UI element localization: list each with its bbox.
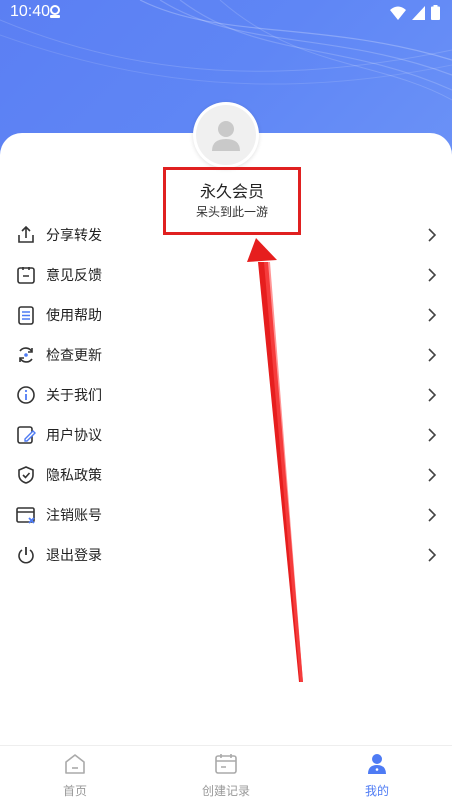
menu-item-label: 注销账号 bbox=[46, 508, 102, 524]
menu-item-privacy-policy[interactable]: 隐私政策 bbox=[0, 455, 452, 495]
refresh-icon bbox=[19, 347, 33, 363]
menu-item-label: 意见反馈 bbox=[46, 268, 102, 284]
user-icon bbox=[368, 754, 386, 774]
home-icon bbox=[65, 754, 85, 774]
info-icon bbox=[17, 386, 35, 404]
menu-item-user-agreement[interactable]: 用户协议 bbox=[0, 415, 452, 455]
chevron-right-icon bbox=[428, 548, 437, 562]
menu-item-label: 用户协议 bbox=[46, 428, 102, 444]
settings-menu: 分享转发 意见反馈 使用帮助 检查更新 关于我们 用户协议 隐私政策 注销账号 … bbox=[0, 215, 452, 575]
chevron-right-icon bbox=[428, 348, 437, 362]
agreement-edit-icon bbox=[17, 426, 36, 444]
calendar-icon bbox=[215, 754, 237, 774]
chevron-right-icon bbox=[428, 308, 437, 322]
tab-home[interactable]: 首页 bbox=[0, 746, 150, 804]
bottom-tab-bar: 首页 创建记录 我的 bbox=[0, 745, 452, 804]
menu-item-label: 退出登录 bbox=[46, 548, 102, 564]
menu-item-label: 关于我们 bbox=[46, 388, 102, 404]
menu-item-delete-account[interactable]: 注销账号 bbox=[0, 495, 452, 535]
tab-create-record[interactable]: 创建记录 bbox=[151, 746, 301, 804]
account-close-icon bbox=[16, 507, 35, 524]
signal-icon bbox=[412, 5, 425, 20]
power-icon bbox=[18, 547, 34, 564]
tab-mine[interactable]: 我的 bbox=[302, 746, 452, 804]
battery-icon bbox=[431, 5, 440, 20]
tab-label: 我的 bbox=[364, 784, 389, 798]
help-document-icon bbox=[18, 306, 34, 325]
membership-title: 永久会员 bbox=[199, 182, 264, 201]
menu-item-label: 使用帮助 bbox=[46, 308, 102, 324]
menu-item-label: 分享转发 bbox=[46, 228, 102, 244]
menu-item-help[interactable]: 使用帮助 bbox=[0, 295, 452, 335]
chevron-right-icon bbox=[428, 268, 437, 282]
shield-check-icon bbox=[18, 466, 34, 484]
chevron-right-icon bbox=[428, 428, 437, 442]
feedback-icon bbox=[17, 267, 35, 284]
wifi-icon bbox=[390, 6, 406, 20]
user-avatar-icon bbox=[212, 121, 240, 151]
chevron-right-icon bbox=[428, 468, 437, 482]
chevron-right-icon bbox=[428, 508, 437, 522]
tab-label: 首页 bbox=[62, 784, 87, 798]
chevron-right-icon bbox=[428, 228, 437, 242]
menu-item-about[interactable]: 关于我们 bbox=[0, 375, 452, 415]
notification-app-icon bbox=[50, 5, 60, 18]
status-time: 10:40 bbox=[10, 3, 51, 20]
menu-item-label: 隐私政策 bbox=[46, 468, 102, 484]
menu-item-share[interactable]: 分享转发 bbox=[0, 215, 452, 255]
avatar[interactable] bbox=[193, 102, 259, 168]
share-upload-icon bbox=[18, 225, 34, 243]
chevron-right-icon bbox=[428, 388, 437, 402]
menu-item-logout[interactable]: 退出登录 bbox=[0, 535, 452, 575]
status-bar: 10:40 bbox=[0, 0, 452, 26]
menu-item-feedback[interactable]: 意见反馈 bbox=[0, 255, 452, 295]
menu-item-check-update[interactable]: 检查更新 bbox=[0, 335, 452, 375]
menu-item-label: 检查更新 bbox=[46, 348, 102, 364]
tab-label: 创建记录 bbox=[201, 784, 250, 798]
